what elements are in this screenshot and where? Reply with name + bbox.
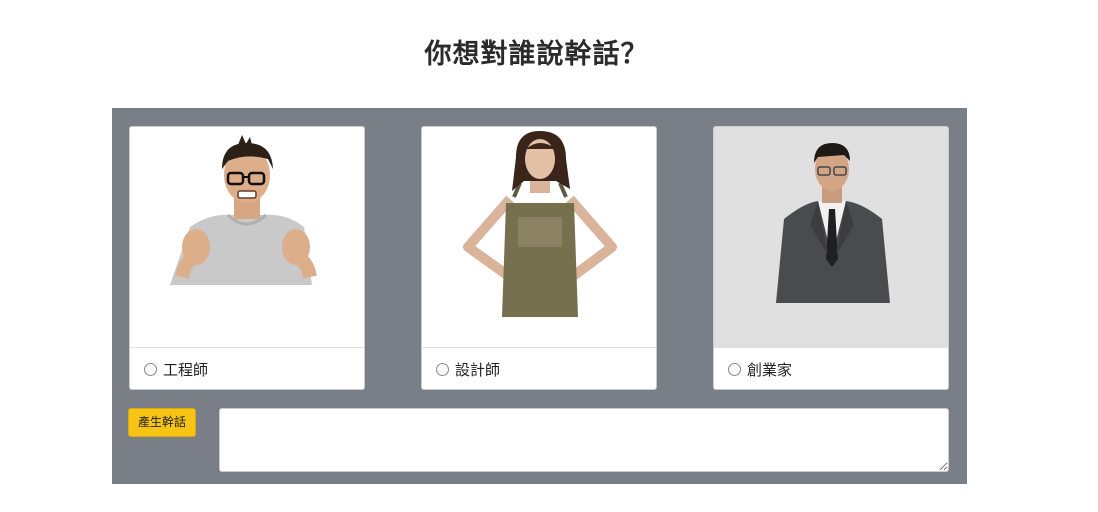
radio-engineer[interactable]: [144, 363, 157, 376]
entrepreneur-photo: [714, 127, 948, 347]
option-label-entrepreneur: 創業家: [747, 361, 793, 379]
output-textarea[interactable]: [219, 408, 949, 472]
option-footer-entrepreneur: 創業家: [714, 347, 948, 389]
engineer-photo: [130, 127, 364, 347]
radio-designer[interactable]: [436, 363, 449, 376]
option-footer-engineer: 工程師: [130, 347, 364, 389]
option-card-entrepreneur[interactable]: 創業家: [713, 126, 949, 390]
option-label-engineer: 工程師: [163, 361, 209, 379]
option-footer-designer: 設計師: [422, 347, 656, 389]
option-label-designer: 設計師: [455, 361, 501, 379]
option-card-designer[interactable]: 設計師: [421, 126, 657, 390]
generate-button[interactable]: 產生幹話: [128, 408, 196, 437]
designer-photo: [422, 127, 656, 347]
content-panel: 工程師 設計師 創業家 產生幹話: [112, 108, 967, 484]
page-title: 你想對誰說幹話？: [424, 39, 649, 70]
radio-entrepreneur[interactable]: [728, 363, 741, 376]
option-card-engineer[interactable]: 工程師: [129, 126, 365, 390]
